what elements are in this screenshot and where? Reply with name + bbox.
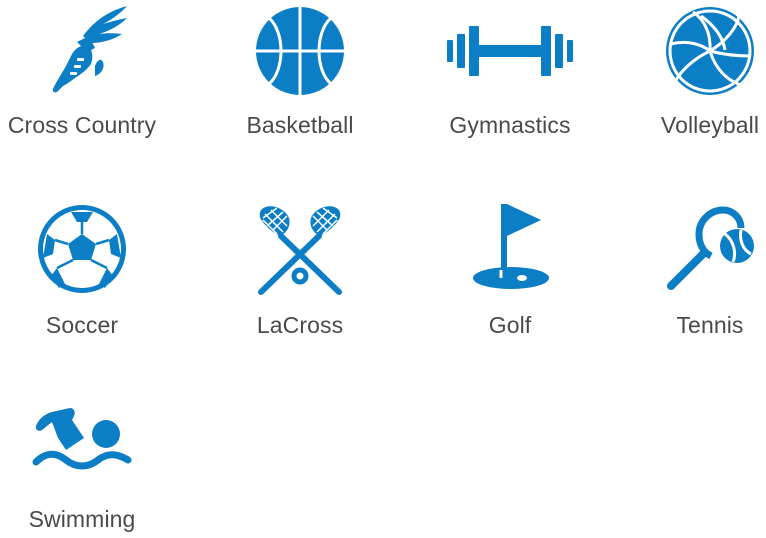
sport-item-tennis[interactable]: Tennis [610,204,766,344]
golf-flag-icon [473,204,549,289]
dumbbell-icon [447,26,573,76]
sport-label: Swimming [28,506,136,532]
sport-label: Tennis [676,312,744,338]
winged-shoe-icon [52,6,127,93]
sport-item-soccer[interactable]: Soccer [0,204,182,344]
sport-label: LaCross [256,312,344,338]
sport-item-volleyball[interactable]: Volleyball [610,6,766,146]
soccer-ball-icon [38,205,126,293]
sport-label: Soccer [45,312,119,338]
sport-label: Golf [488,312,532,338]
basketball-icon [256,7,344,95]
sport-item-swimming[interactable]: Swimming [0,408,182,538]
sport-label: Basketball [246,112,354,138]
sport-item-lacrosse[interactable]: LaCross [200,204,400,344]
sport-item-cross-country[interactable]: Cross Country [0,6,182,146]
tennis-racket-icon [667,206,754,290]
swimmer-icon [32,408,132,470]
sport-item-gymnastics[interactable]: Gymnastics [410,6,610,146]
sport-label: Cross Country [7,112,157,138]
lacrosse-sticks-icon [258,206,342,295]
sport-label: Gymnastics [449,112,571,138]
volleyball-icon [666,7,754,95]
sport-item-golf[interactable]: Golf [410,204,610,344]
sport-item-basketball[interactable]: Basketball [200,6,400,146]
sport-label: Volleyball [660,112,760,138]
